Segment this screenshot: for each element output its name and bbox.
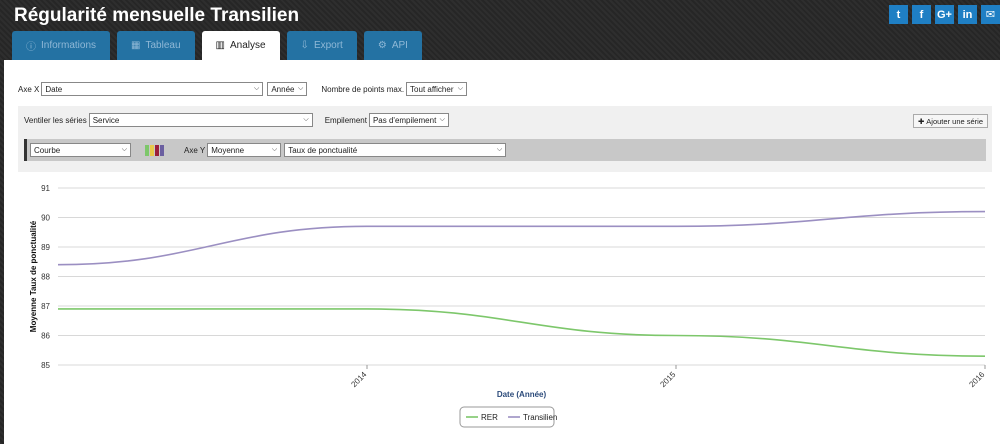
tab-label: Tableau [145, 40, 181, 51]
legend-entry: RER [481, 413, 498, 422]
chevron-down-icon: ⌵ [496, 146, 503, 153]
swatch-crimson [155, 144, 159, 156]
tab-label: Analyse [229, 40, 266, 51]
swatch-green [145, 144, 149, 156]
x-axis-controls: Axe X Date ⌵ Année ⌵ Nombre de points max.… [18, 82, 468, 96]
axe-y-agg-value: Moyenne [211, 145, 245, 155]
axe-x-value: Date [45, 84, 63, 94]
chart-container: 85 86 87 88 89 90 91 2014 2015 2016 Date (Année) Mo… [4, 172, 1000, 444]
plus-icon: ✚ [918, 116, 925, 126]
linkedin-icon[interactable]: in [958, 5, 977, 24]
x-tick-label: 2016 [967, 370, 986, 389]
tab-export[interactable]: ⇩ Export [286, 31, 357, 60]
chevron-down-icon: ⌵ [457, 85, 464, 92]
tab-api[interactable]: ⚙ API [363, 31, 422, 60]
chevron-down-icon: ⌵ [303, 116, 309, 123]
y-tick-label: 86 [41, 332, 50, 341]
axe-x-label: Axe X [18, 84, 40, 94]
chevron-down-icon: ⌵ [271, 146, 278, 153]
series-line-transilien [57, 210, 986, 266]
tab-analyse[interactable]: ▥ Analyse [201, 31, 280, 60]
series-config-area: Ventiler les séries Service ⌵ Empilement … [18, 106, 992, 172]
empilement-label: Empilement [324, 115, 367, 125]
swatch-purple [160, 144, 164, 156]
ventiler-value: Service [92, 115, 120, 125]
download-icon: ⇩ [300, 40, 309, 51]
info-icon: ⓘ [26, 42, 36, 53]
x-axis-label: Date (Année) [497, 390, 547, 399]
google-plus-icon[interactable]: G+ [935, 5, 954, 24]
ventiler-label: Ventiler les séries [24, 115, 87, 125]
tab-label: API [391, 40, 408, 51]
y-tick-label: 85 [41, 361, 50, 370]
axe-y-agg-select[interactable]: Moyenne ⌵ [207, 143, 282, 157]
y-tick-label: 90 [41, 214, 50, 223]
chevron-down-icon: ⌵ [439, 116, 445, 123]
y-axis-label: Moyenne Taux de ponctualité [29, 220, 38, 332]
tab-label: Export [313, 40, 343, 51]
legend-entry: Transilien [523, 413, 557, 422]
empilement-select[interactable]: Pas d'empilement ⌵ [368, 113, 449, 127]
axe-y-field-value: Taux de ponctualité [288, 145, 358, 155]
tab-informations[interactable]: ⓘ Informations [12, 31, 111, 60]
social-share-bar: t f G+ in ✉ [889, 5, 1000, 24]
bar-chart-icon: ▥ [215, 40, 225, 51]
breakdown-controls: Ventiler les séries Service ⌵ Empilement … [24, 113, 449, 127]
y-tick-label: 91 [41, 184, 50, 193]
add-series-button[interactable]: ✚ Ajouter une série [913, 114, 988, 128]
y-tick-label: 88 [41, 273, 50, 282]
x-tick-label: 2014 [349, 370, 368, 389]
y-tick-label: 87 [41, 302, 50, 311]
ventiler-select[interactable]: Service ⌵ [88, 113, 313, 127]
chevron-down-icon: ⌵ [298, 85, 304, 92]
axe-x-select[interactable]: Date ⌵ [41, 82, 264, 96]
twitter-icon[interactable]: t [889, 5, 908, 24]
axe-x-unit-value: Année [271, 84, 295, 94]
max-points-select[interactable]: Tout afficher ⌵ [406, 82, 468, 96]
max-points-value: Tout afficher [410, 84, 454, 94]
empilement-value: Pas d'empilement [372, 115, 437, 125]
tab-tableau[interactable]: ▦ Tableau [117, 31, 195, 60]
axe-y-label: Axe Y [184, 145, 206, 155]
facebook-icon[interactable]: f [912, 5, 931, 24]
add-series-label: Ajouter une série [926, 116, 983, 126]
table-icon: ▦ [131, 40, 141, 51]
series-type-select[interactable]: Courbe ⌵ [30, 143, 131, 157]
series-line-rer [58, 308, 986, 357]
page-title: Régularité mensuelle Transilien [14, 5, 300, 26]
swatch-yellow [150, 144, 154, 156]
email-icon[interactable]: ✉ [981, 5, 1000, 24]
tab-label: Informations [41, 40, 97, 51]
axe-y-field-select[interactable]: Taux de ponctualité ⌵ [284, 143, 507, 157]
analysis-panel: Axe X Date ⌵ Année ⌵ Nombre de points max.… [4, 60, 1000, 444]
chevron-down-icon: ⌵ [254, 85, 260, 92]
y-tick-label: 89 [41, 243, 50, 252]
tab-bar: ⓘ Informations ▦ Tableau ▥ Analyse ⇩ Exp… [12, 31, 422, 60]
color-palette-icon[interactable] [145, 144, 164, 156]
axe-x-unit-select[interactable]: Année ⌵ [267, 82, 308, 96]
max-points-label: Nombre de points max. [321, 84, 405, 94]
series-type-value: Courbe [34, 145, 61, 155]
line-chart: 85 86 87 88 89 90 91 2014 2015 2016 Date (Année) Mo… [29, 184, 987, 428]
x-tick-label: 2015 [658, 370, 677, 389]
cogs-icon: ⚙ [377, 40, 387, 51]
chevron-down-icon: ⌵ [121, 146, 127, 153]
series-row: Courbe ⌵ Axe Y Moyenne ⌵ Taux de ponctuali… [24, 139, 986, 161]
